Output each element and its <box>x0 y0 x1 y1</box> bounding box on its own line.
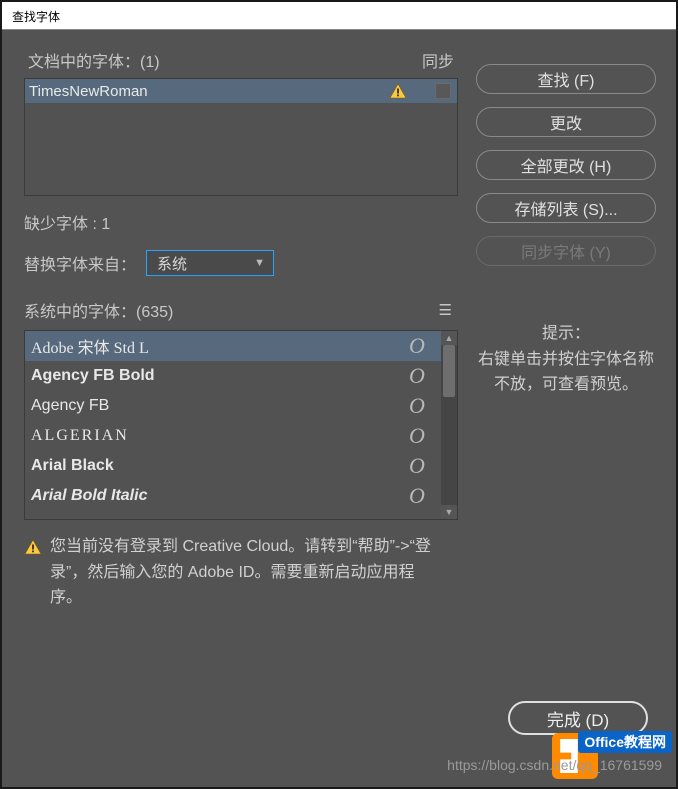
doc-font-name: TimesNewRoman <box>29 83 389 100</box>
doc-fonts-label: 文档中的字体：(1) <box>28 48 160 72</box>
sys-font-name: Arial Bold Italic <box>31 487 405 505</box>
hint-title: 提示： <box>476 321 656 347</box>
dropdown-value: 系统 <box>157 253 187 274</box>
sync-fonts-button: 同步字体 (Y) <box>476 236 656 266</box>
find-button[interactable]: 查找 (F) <box>476 64 656 94</box>
opentype-icon: O <box>405 393 429 419</box>
opentype-icon: O <box>405 333 429 359</box>
scroll-down-icon[interactable]: ▼ <box>441 505 457 519</box>
list-view-icon[interactable]: ☰ <box>439 301 452 319</box>
opentype-icon: O <box>405 423 429 449</box>
doc-fonts-list[interactable]: TimesNewRoman <box>24 78 458 196</box>
sys-fonts-label: 系统中的字体：(635) <box>24 298 173 322</box>
sys-font-row[interactable]: Adobe 宋体 Std LO <box>25 331 441 361</box>
sys-font-row[interactable]: Agency FBO <box>25 391 441 421</box>
hint-body: 右键单击并按住字体名称不放，可查看预览。 <box>476 347 656 398</box>
chevron-down-icon: ▼ <box>254 257 265 269</box>
window-titlebar: 查找字体 <box>2 2 676 30</box>
opentype-icon: O <box>405 453 429 479</box>
sys-font-row[interactable]: Agency FB BoldO <box>25 361 441 391</box>
scrollbar[interactable]: ▲ ▼ <box>441 331 457 519</box>
sys-font-row[interactable]: ALGERIANO <box>25 421 441 451</box>
warning-icon <box>24 538 42 611</box>
replace-from-label: 替换字体来自： <box>24 251 136 275</box>
sys-font-name: Arial Black <box>31 457 405 475</box>
sys-font-name: Agency FB <box>31 397 405 415</box>
sys-font-name: Adobe 宋体 Std L <box>31 334 405 358</box>
missing-fonts-label: 缺少字体 : 1 <box>24 210 458 234</box>
login-warning: 您当前没有登录到 Creative Cloud。请转到“帮助”->“登录”，然后… <box>24 534 458 611</box>
window-title: 查找字体 <box>12 10 60 24</box>
opentype-icon: O <box>405 483 429 509</box>
opentype-icon: O <box>405 363 429 389</box>
scroll-thumb[interactable] <box>443 345 455 397</box>
sys-font-name: Agency FB Bold <box>31 367 405 385</box>
sync-checkbox[interactable] <box>435 83 451 99</box>
sys-font-name: ALGERIAN <box>31 427 405 445</box>
sys-fonts-list[interactable]: Adobe 宋体 Std LOAgency FB BoldOAgency FBO… <box>24 330 458 520</box>
save-list-button[interactable]: 存储列表 (S)... <box>476 193 656 223</box>
sync-column-label: 同步 <box>422 48 454 72</box>
replace-source-dropdown[interactable]: 系统 ▼ <box>146 250 274 276</box>
scroll-up-icon[interactable]: ▲ <box>441 331 457 345</box>
change-button[interactable]: 更改 <box>476 107 656 137</box>
warning-text: 您当前没有登录到 Creative Cloud。请转到“帮助”->“登录”，然后… <box>50 534 434 611</box>
doc-fonts-header: 文档中的字体：(1) 同步 <box>24 48 458 72</box>
office-badge-label: Office教程网 <box>578 731 672 753</box>
change-all-button[interactable]: 全部更改 (H) <box>476 150 656 180</box>
doc-font-row[interactable]: TimesNewRoman <box>25 79 457 103</box>
watermark-text: https://blog.csdn.net/qq_16761599 <box>447 757 662 773</box>
warning-icon <box>389 83 407 99</box>
scroll-track[interactable] <box>441 345 457 505</box>
done-button[interactable]: 完成 (D) <box>508 701 648 735</box>
sys-font-row[interactable]: Arial BlackO <box>25 451 441 481</box>
hint-text: 提示： 右键单击并按住字体名称不放，可查看预览。 <box>476 321 656 398</box>
sys-font-row[interactable]: Arial Bold ItalicO <box>25 481 441 511</box>
